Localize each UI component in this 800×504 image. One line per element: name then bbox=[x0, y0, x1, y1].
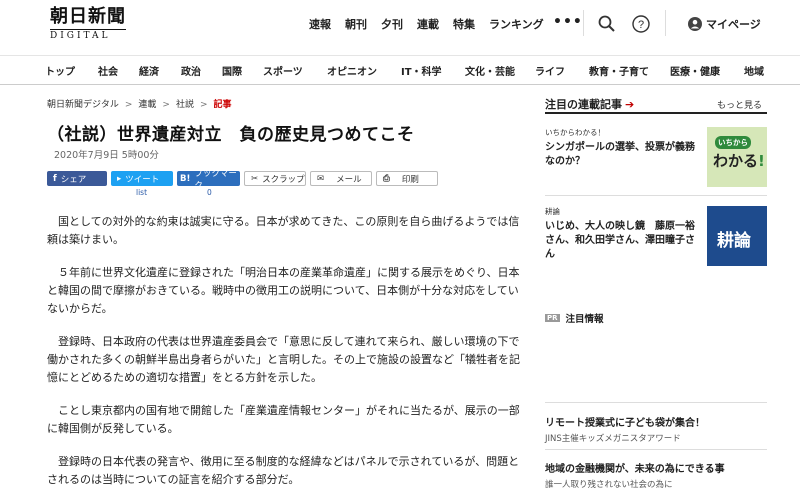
mail-icon: ✉ bbox=[317, 173, 325, 184]
top-link-breaking[interactable]: 速報 bbox=[309, 16, 331, 32]
breadcrumb-separator: > bbox=[162, 100, 170, 110]
pr-label: 注目情報 bbox=[565, 314, 604, 325]
more-menu-button[interactable]: ••• bbox=[553, 14, 583, 30]
print-icon: ⎙ bbox=[383, 173, 390, 184]
sidebar-divider bbox=[545, 449, 767, 450]
top-link-morning[interactable]: 朝刊 bbox=[345, 16, 367, 32]
nav-opinion[interactable]: オピニオン bbox=[327, 63, 377, 78]
series-thumbnail: 耕論 bbox=[707, 206, 767, 266]
scrap-button[interactable]: ✂ スクラップ bbox=[244, 171, 306, 186]
twitter-share-label: ツイート bbox=[125, 174, 160, 185]
logo-main-text: 朝日新聞 bbox=[50, 6, 126, 27]
sidebar-article-title: いじめ、大人の映し鏡 藤原一裕さん、和久田学さん、澤田瞳子さん bbox=[545, 221, 695, 260]
mypage-link[interactable]: マイページ bbox=[688, 16, 761, 32]
breadcrumb-separator: > bbox=[124, 100, 133, 110]
more-link[interactable]: もっと見る bbox=[717, 98, 762, 111]
hatena-bookmark-count[interactable]: 0 bbox=[207, 188, 212, 197]
category-nav: トップ 社会 経済 政治 国際 スポーツ オピニオン IT・科学 文化・芸能 ラ… bbox=[0, 55, 800, 85]
breadcrumb-series[interactable]: 連載 bbox=[138, 100, 156, 110]
article-paragraph: 登録時、日本政府の代表は世界遺産委員会で「意思に反して連れて来られ、厳しい環境の… bbox=[47, 335, 520, 384]
nav-economy[interactable]: 経済 bbox=[139, 63, 159, 78]
sidebar-rule bbox=[545, 112, 767, 114]
thumb-text-top: いちから bbox=[715, 136, 751, 149]
sidebar-divider bbox=[545, 402, 767, 403]
hatena-bookmark-button[interactable]: B! ブックマーク bbox=[177, 169, 240, 191]
mail-button[interactable]: ✉ メール bbox=[310, 171, 372, 186]
breadcrumb-editorial[interactable]: 社説 bbox=[176, 100, 194, 110]
article-body: 国としての対外的な約束は誠実に守る。日本が求めてきた、この原則を自ら曲げるようで… bbox=[47, 213, 521, 504]
article-paragraph: ５年前に世界文化遺産に登録された「明治日本の産業革命遺産」に関する展示をめぐり、… bbox=[47, 266, 520, 315]
breadcrumb-separator: > bbox=[199, 100, 208, 110]
ad-title[interactable]: 地域の金融機関が、未来の為にできる事 bbox=[545, 460, 725, 475]
sidebar-heading: 注目の連載記事 ➔ bbox=[545, 96, 634, 112]
ad-title[interactable]: リモート授業式に子ども袋が集合！ bbox=[545, 414, 705, 429]
top-link-evening[interactable]: 夕刊 bbox=[381, 16, 403, 32]
header-divider bbox=[583, 10, 584, 36]
article-title: （社説）世界遺産対立 負の歴史見つめてこそ bbox=[47, 125, 415, 145]
series-thumbnail: いちから わかる! bbox=[707, 127, 767, 187]
facebook-share-button[interactable]: f シェア bbox=[47, 171, 107, 186]
twitter-share-button[interactable]: ▸ ツイート bbox=[111, 171, 173, 186]
top-link-feature[interactable]: 特集 bbox=[453, 16, 475, 32]
article-paragraph: 登録時の日本代表の発言や、徴用に至る制度的な経緯などはパネルで示されているが、問… bbox=[47, 455, 520, 486]
mypage-label: マイページ bbox=[706, 18, 761, 31]
nav-region[interactable]: 地域 bbox=[744, 63, 764, 78]
sidebar-article-item[interactable]: いちからわかる！ シンガポールの選挙、投票が義務なのか？ いちから わかる! bbox=[545, 127, 767, 187]
nav-life[interactable]: ライフ bbox=[535, 63, 565, 78]
search-icon[interactable] bbox=[597, 14, 617, 34]
sidebar-article-item[interactable]: 耕論 いじめ、大人の映し鏡 藤原一裕さん、和久田学さん、澤田瞳子さん 耕論 bbox=[545, 206, 767, 266]
exclamation-icon: ! bbox=[758, 152, 765, 170]
help-icon[interactable]: ? bbox=[631, 14, 651, 34]
hatena-bookmark-label: ブックマーク bbox=[194, 168, 237, 191]
thumb-text-main-label: わかる bbox=[713, 152, 759, 170]
top-link-ranking[interactable]: ランキング bbox=[489, 16, 544, 32]
pr-tag: PR bbox=[545, 314, 560, 322]
top-link-series[interactable]: 連載 bbox=[417, 16, 439, 32]
thumb-text-main: 耕論 bbox=[717, 231, 751, 251]
print-label: 印刷 bbox=[401, 174, 419, 185]
hatena-icon: B! bbox=[180, 173, 191, 184]
header-divider bbox=[665, 10, 666, 36]
print-button[interactable]: ⎙ 印刷 bbox=[376, 171, 438, 186]
top-links: 速報 朝刊 夕刊 連載 特集 ランキング bbox=[309, 16, 558, 32]
ad-subtitle[interactable]: 誰一人取り残されない社会の為に bbox=[545, 478, 673, 490]
twitter-list-link[interactable]: list bbox=[136, 188, 147, 197]
nav-international[interactable]: 国際 bbox=[222, 63, 242, 78]
breadcrumb-current: 記事 bbox=[213, 100, 232, 110]
article-date: 2020年7月9日 5時00分 bbox=[54, 150, 159, 161]
nav-top[interactable]: トップ bbox=[45, 63, 75, 78]
article-paragraph: ことし東京都内の国有地で開館した「産業遺産情報センター」がそれに当たるが、展示の… bbox=[47, 404, 520, 435]
nav-it-science[interactable]: IT・科学 bbox=[401, 63, 442, 78]
user-icon bbox=[688, 17, 702, 31]
sidebar-heading-label: 注目の連載記事 bbox=[545, 98, 622, 111]
sidebar-article-title: シンガポールの選挙、投票が義務なのか？ bbox=[545, 142, 695, 167]
article-paragraph: 国としての対外的な約束は誠実に守る。日本が求めてきた、この原則を自ら曲げるようで… bbox=[47, 215, 520, 246]
pr-section-header: PR 注目情報 bbox=[545, 311, 604, 325]
nav-politics[interactable]: 政治 bbox=[181, 63, 201, 78]
facebook-icon: f bbox=[53, 173, 57, 184]
svg-text:?: ? bbox=[638, 19, 644, 31]
nav-education[interactable]: 教育・子育て bbox=[589, 63, 649, 78]
ad-subtitle[interactable]: JINS主催キッズメガニスタアワード bbox=[545, 432, 681, 444]
breadcrumb-home[interactable]: 朝日新聞デジタル bbox=[47, 100, 119, 110]
breadcrumb: 朝日新聞デジタル > 連載 > 社説 > 記事 bbox=[47, 97, 232, 110]
scrap-label: スクラップ bbox=[262, 174, 305, 185]
nav-sports[interactable]: スポーツ bbox=[263, 63, 303, 78]
arrow-right-icon: ➔ bbox=[625, 98, 635, 111]
thumb-text-main: わかる! bbox=[713, 150, 765, 171]
twitter-icon: ▸ bbox=[117, 173, 122, 184]
sidebar-divider bbox=[545, 195, 767, 196]
site-logo[interactable]: 朝日新聞 DIGITAL bbox=[50, 7, 126, 41]
site-header: 朝日新聞 DIGITAL 速報 朝刊 夕刊 連載 特集 ランキング ••• ? … bbox=[0, 0, 800, 48]
logo-sub-text: DIGITAL bbox=[50, 29, 126, 41]
facebook-share-label: シェア bbox=[60, 174, 87, 185]
mail-label: メール bbox=[336, 174, 362, 185]
scrap-icon: ✂ bbox=[251, 173, 259, 184]
nav-health[interactable]: 医療・健康 bbox=[670, 63, 720, 78]
nav-society[interactable]: 社会 bbox=[98, 63, 118, 78]
nav-culture[interactable]: 文化・芸能 bbox=[465, 63, 515, 78]
